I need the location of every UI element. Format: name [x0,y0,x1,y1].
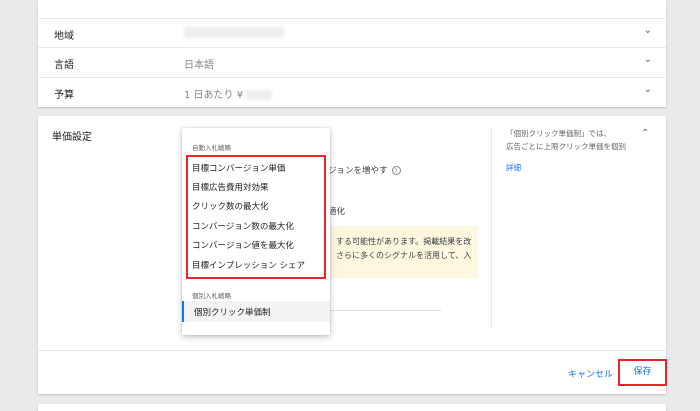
cancel-button[interactable]: キャンセル [568,367,613,380]
menu-item-maximize-clicks[interactable]: クリック数の最大化 [192,200,269,212]
bid-strategy-dropdown-menu: 自動入札戦略 目標コンバージョン単価 目標広告費用対効果 クリック数の最大化 コ… [182,128,330,335]
chevron-down-icon[interactable]: ⌄ [644,84,652,95]
settings-row-location[interactable]: 地域 ⌄ [38,18,666,47]
chevron-down-icon[interactable]: ⌄ [644,54,652,65]
side-help-text-1: 「個別クリック単価制」では、 [506,129,611,138]
menu-item-maximize-conversion-value[interactable]: コンバージョン値を最大化 [192,239,294,251]
chevron-down-icon[interactable]: ⌄ [644,25,652,36]
manual-bidding-group-label: 個別入札戦略 [192,292,231,300]
warning-text-line-2: さらに多くのシグナルを活用して、入 [336,251,472,260]
settings-row-language[interactable]: 言語 日本語 ⌄ [38,47,666,76]
menu-item-target-impression-share[interactable]: 目標インプレッション シェア [192,259,305,271]
menu-item-manual-cpc[interactable]: 個別クリック単価制 [182,301,330,322]
location-value-redacted [184,27,284,39]
location-label: 地域 [54,31,74,42]
campaign-settings-card: 地域 ⌄ 言語 日本語 ⌄ 予算 1 日あたり ¥ ⌄ [38,0,666,107]
settings-row-budget[interactable]: 予算 1 日あたり ¥ ⌄ [38,77,666,106]
warning-text-line-1: する可能性があります。掲載結果を改 [336,237,472,246]
warning-notice: する可能性があります。掲載結果を改 さらに多くのシグナルを活用して、入 [328,226,478,278]
field-underline [328,310,441,311]
menu-item-target-roas[interactable]: 目標広告費用対効果 [192,181,269,193]
help-icon[interactable]: ? [391,166,401,175]
menu-item-label: 個別クリック単価制 [194,308,271,318]
next-settings-card [38,404,666,411]
divider [38,350,666,351]
save-button[interactable]: 保存 [618,359,667,386]
bidding-option-text: 適化 [328,207,346,217]
menu-item-target-cpa[interactable]: 目標コンバージョン単価 [192,162,285,174]
bidding-focus-text: ジョンを増やす? [328,164,401,176]
learn-more-link[interactable]: 詳細 [506,162,521,173]
chevron-up-icon[interactable]: ⌃ [641,128,649,139]
language-label: 言語 [54,60,74,71]
divider [491,128,492,328]
bidding-settings-card: 単価設定 ジョンを増やす? 適化 する可能性があります。掲載結果を改 さらに多く… [38,116,667,394]
budget-label: 予算 [54,90,74,101]
auto-bidding-group-label: 自動入札戦略 [192,144,231,152]
menu-item-maximize-conversions[interactable]: コンバージョン数の最大化 [192,220,294,232]
side-help-text-2: 広告ごとに上限クリック単価を個別 [506,142,626,151]
language-value: 日本語 [184,60,214,71]
budget-value: 1 日あたり ¥ [184,86,273,101]
bidding-section-title: 単価設定 [52,132,92,143]
